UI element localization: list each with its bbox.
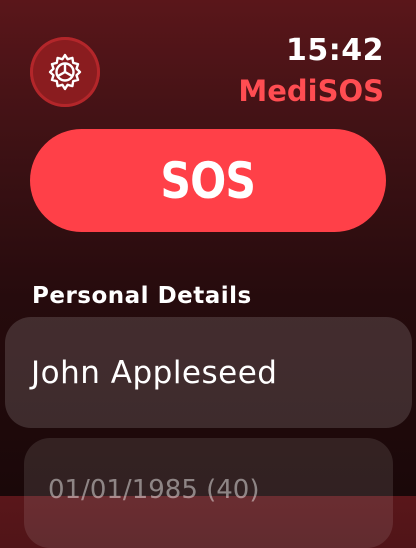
sos-button-label: SOS: [160, 151, 257, 210]
gear-icon: [48, 53, 82, 91]
clock-time: 15:42: [286, 33, 384, 68]
date-of-birth-value: 01/01/1985 (40): [48, 475, 260, 505]
date-of-birth-field[interactable]: 01/01/1985 (40): [24, 438, 393, 548]
name-value: John Appleseed: [31, 354, 278, 391]
sos-button[interactable]: SOS: [30, 129, 386, 232]
settings-button[interactable]: [30, 37, 100, 107]
name-field[interactable]: John Appleseed: [5, 317, 412, 428]
section-title-personal-details: Personal Details: [32, 283, 252, 309]
app-title: MediSOS: [238, 74, 384, 108]
